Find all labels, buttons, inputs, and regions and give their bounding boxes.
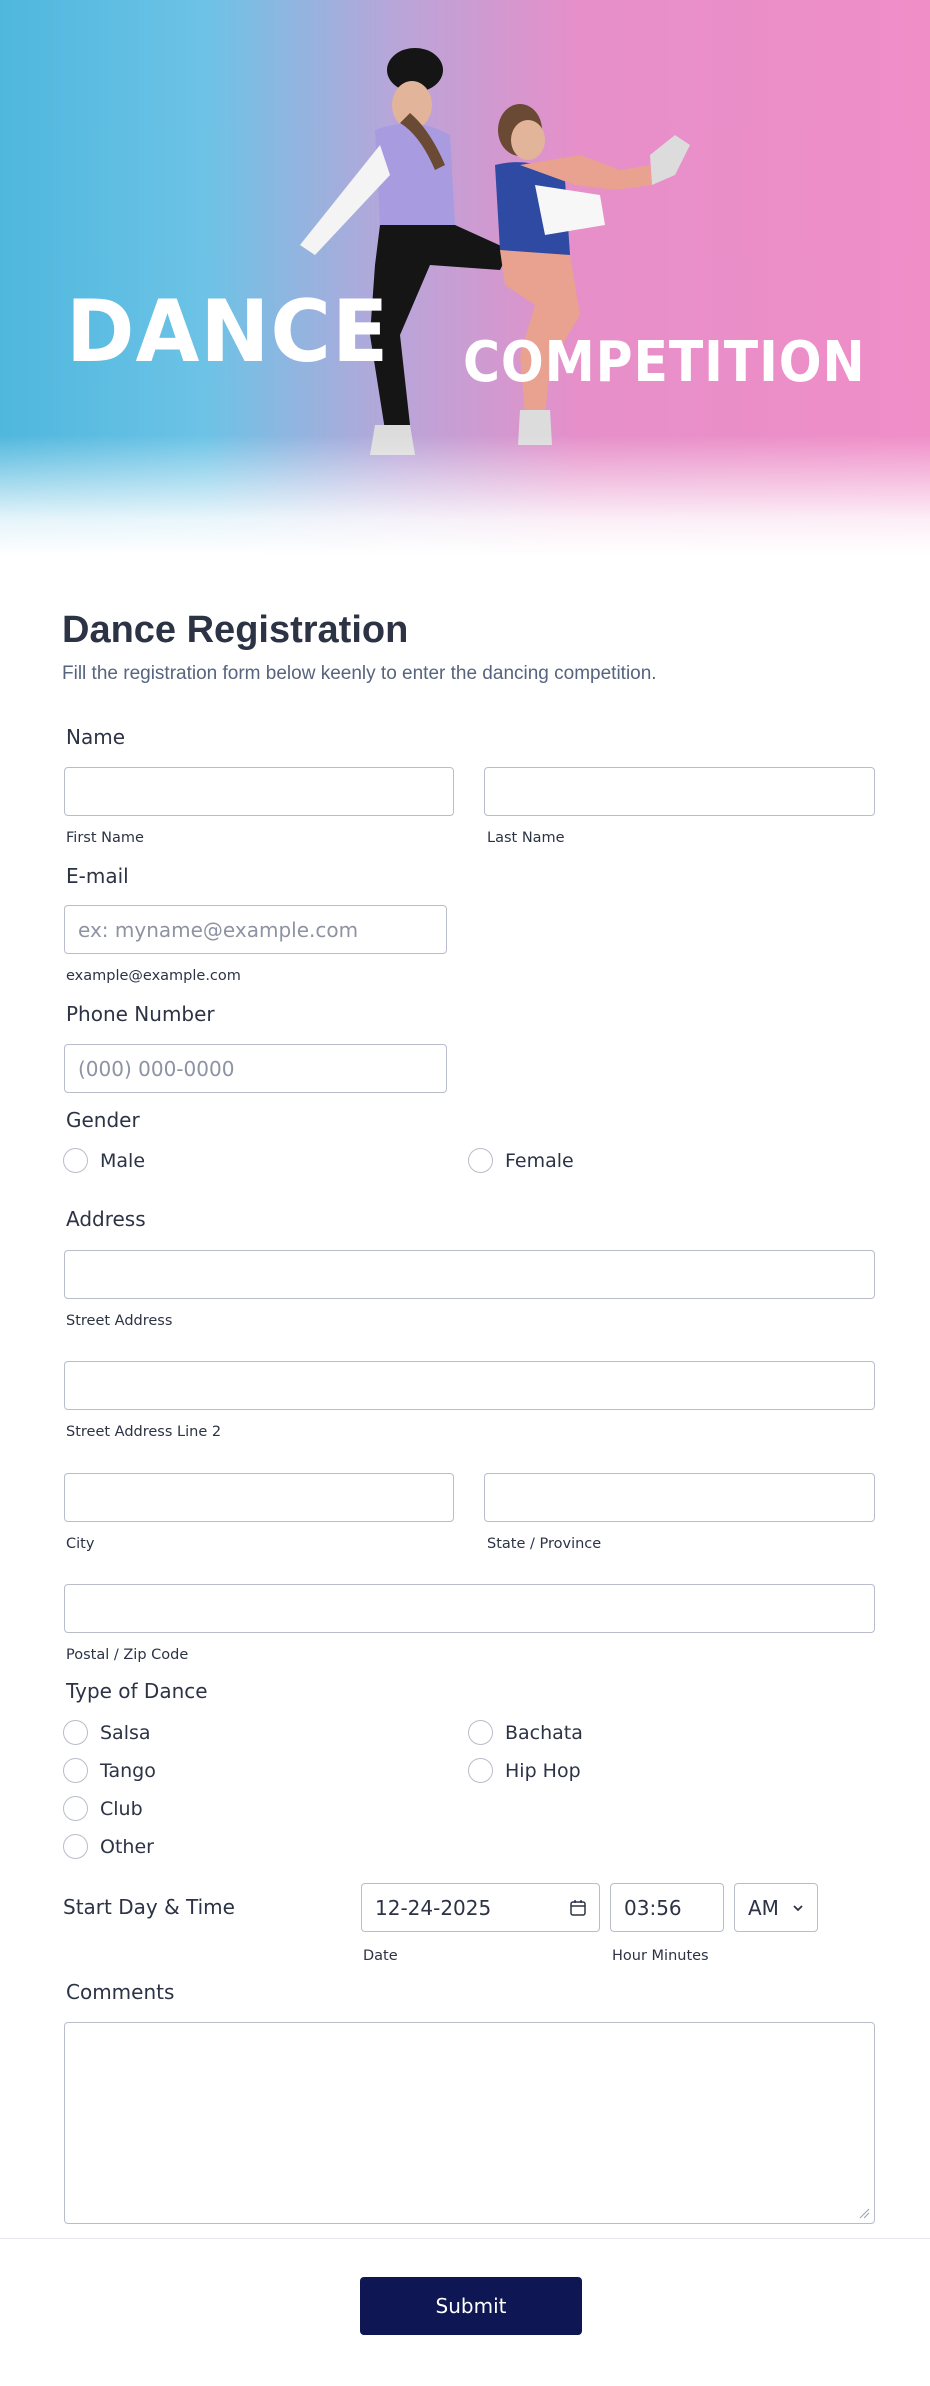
time-value: 03:56 — [624, 1895, 682, 1920]
radio-circle[interactable] — [468, 1758, 493, 1783]
radio-circle[interactable] — [63, 1796, 88, 1821]
ampm-select[interactable]: AM — [734, 1883, 818, 1932]
radio-circle[interactable] — [63, 1834, 88, 1859]
resize-handle-icon[interactable] — [858, 2207, 870, 2219]
street-address-input[interactable] — [64, 1250, 875, 1299]
hero-fade — [0, 435, 930, 555]
first-name-sublabel: First Name — [66, 830, 144, 846]
chevron-down-icon — [793, 1905, 803, 1912]
dance-option-label: Salsa — [100, 1721, 151, 1744]
street-address-line2-input[interactable] — [64, 1361, 875, 1410]
dance-option-salsa[interactable]: Salsa — [63, 1720, 151, 1745]
comments-label: Comments — [66, 1980, 175, 2004]
phone-label: Phone Number — [66, 1002, 215, 1026]
phone-input[interactable] — [64, 1044, 447, 1093]
address-label: Address — [66, 1207, 146, 1231]
dance-option-label: Bachata — [505, 1721, 583, 1744]
street-address-sublabel: Street Address — [66, 1313, 173, 1329]
radio-circle[interactable] — [63, 1148, 88, 1173]
dance-option-hiphop[interactable]: Hip Hop — [468, 1758, 581, 1783]
date-sublabel: Date — [363, 1948, 398, 1964]
start-label: Start Day & Time — [63, 1895, 235, 1919]
dance-option-tango[interactable]: Tango — [63, 1758, 156, 1783]
ampm-value: AM — [748, 1895, 779, 1920]
form-divider — [0, 2238, 930, 2239]
dance-option-label: Hip Hop — [505, 1759, 581, 1782]
zip-input[interactable] — [64, 1584, 875, 1633]
dance-option-label: Other — [100, 1835, 154, 1858]
form-title: Dance Registration — [62, 609, 409, 651]
hero-banner: DANCE COMPETITION — [0, 0, 930, 555]
city-sublabel: City — [66, 1536, 95, 1552]
radio-circle[interactable] — [468, 1720, 493, 1745]
time-input[interactable]: 03:56 — [610, 1883, 724, 1932]
dance-type-label: Type of Dance — [66, 1679, 208, 1703]
email-input[interactable] — [64, 905, 447, 954]
radio-circle[interactable] — [468, 1148, 493, 1173]
hero-title-dance: DANCE — [66, 282, 390, 382]
gender-label: Gender — [66, 1108, 140, 1132]
name-label: Name — [66, 725, 126, 749]
date-input[interactable]: 12-24-2025 — [361, 1883, 600, 1932]
date-value: 12-24-2025 — [375, 1895, 492, 1920]
submit-button[interactable]: Submit — [360, 2277, 582, 2335]
state-sublabel: State / Province — [487, 1536, 602, 1552]
hero-title-competition: COMPETITION — [463, 330, 866, 395]
calendar-icon[interactable] — [569, 1899, 587, 1917]
gender-option-label: Male — [100, 1149, 146, 1172]
radio-circle[interactable] — [63, 1720, 88, 1745]
last-name-sublabel: Last Name — [487, 830, 565, 846]
dancers-illustration — [300, 48, 690, 455]
radio-circle[interactable] — [63, 1758, 88, 1783]
gender-option-female[interactable]: Female — [468, 1148, 574, 1173]
time-sublabel: Hour Minutes — [612, 1948, 709, 1964]
first-name-input[interactable] — [64, 767, 454, 816]
form-card: Dance Registration Fill the registration… — [0, 555, 930, 2386]
zip-sublabel: Postal / Zip Code — [66, 1647, 189, 1663]
comments-textarea[interactable] — [64, 2022, 875, 2224]
email-sublabel: example@example.com — [66, 968, 241, 984]
last-name-input[interactable] — [484, 767, 875, 816]
gender-option-male[interactable]: Male — [63, 1148, 145, 1173]
email-label: E-mail — [66, 864, 129, 888]
dance-option-club[interactable]: Club — [63, 1796, 143, 1821]
dance-option-other[interactable]: Other — [63, 1834, 154, 1859]
form-subtitle: Fill the registration form below keenly … — [62, 663, 657, 684]
dance-option-label: Club — [100, 1797, 143, 1820]
street-address-line2-sublabel: Street Address Line 2 — [66, 1424, 222, 1440]
state-input[interactable] — [484, 1473, 875, 1522]
gender-option-label: Female — [505, 1149, 574, 1172]
city-input[interactable] — [64, 1473, 454, 1522]
dance-option-label: Tango — [100, 1759, 156, 1782]
dance-option-bachata[interactable]: Bachata — [468, 1720, 583, 1745]
